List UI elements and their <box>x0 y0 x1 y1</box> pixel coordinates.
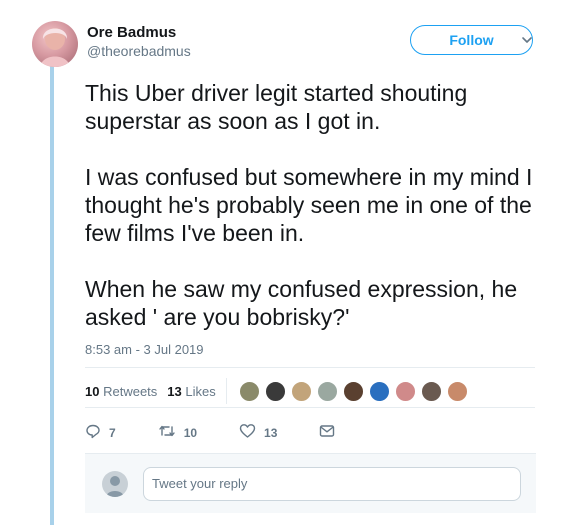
tweet-timestamp[interactable]: 8:53 am - 3 Jul 2019 <box>85 342 204 357</box>
retweet-action[interactable]: 10 <box>158 423 197 442</box>
liker-avatar[interactable] <box>446 380 468 402</box>
tweet-paragraph: When he saw my confused expression, he a… <box>85 276 518 330</box>
reply-count: 7 <box>109 425 116 440</box>
divider <box>85 407 535 408</box>
follow-button[interactable]: Follow <box>410 25 533 55</box>
liker-avatar[interactable] <box>316 380 338 402</box>
direct-message-action[interactable] <box>319 424 335 441</box>
tweet-paragraph: This Uber driver legit started shouting … <box>85 80 468 134</box>
tweet-paragraph: I was confused but somewhere in my mind … <box>85 164 533 246</box>
user-avatar[interactable] <box>102 471 128 497</box>
tweet-actions: 7 10 13 <box>85 423 363 442</box>
reply-action[interactable]: 7 <box>85 423 116 442</box>
author-name[interactable]: Ore Badmus <box>87 24 176 41</box>
chevron-down-icon[interactable] <box>521 33 533 51</box>
liker-avatar[interactable] <box>368 380 390 402</box>
tweet-stats: 10 Retweets 13 Likes <box>85 378 473 404</box>
like-count: 13 <box>264 425 278 440</box>
reply-input[interactable]: Tweet your reply <box>143 467 521 501</box>
author-handle[interactable]: @theorebadmus <box>87 43 191 59</box>
envelope-icon <box>319 424 335 441</box>
conversation-thread-line <box>50 60 54 525</box>
tweet-text: This Uber driver legit started shouting … <box>85 79 555 359</box>
heart-icon <box>239 423 256 442</box>
divider <box>85 367 535 368</box>
author-avatar[interactable] <box>32 21 78 67</box>
retweet-icon <box>158 423 176 442</box>
like-action[interactable]: 13 <box>239 423 277 442</box>
liker-avatar[interactable] <box>264 380 286 402</box>
retweets-label: Retweets <box>103 383 158 399</box>
liker-avatar[interactable] <box>238 380 260 402</box>
reply-icon <box>85 423 101 442</box>
liker-avatar[interactable] <box>290 380 312 402</box>
retweets-stat[interactable]: 10 Retweets <box>85 384 157 399</box>
reply-composer: Tweet your reply <box>85 453 536 513</box>
liker-avatar[interactable] <box>342 380 364 402</box>
likes-stat[interactable]: 13 Likes <box>167 384 215 399</box>
retweets-count: 10 <box>85 383 100 399</box>
likes-count: 13 <box>167 383 182 399</box>
liker-avatar[interactable] <box>420 380 442 402</box>
stats-separator <box>225 378 227 404</box>
liker-avatars <box>238 380 473 402</box>
retweet-count: 10 <box>183 425 198 440</box>
liker-avatar[interactable] <box>394 380 416 402</box>
likes-label: Likes <box>185 383 216 399</box>
